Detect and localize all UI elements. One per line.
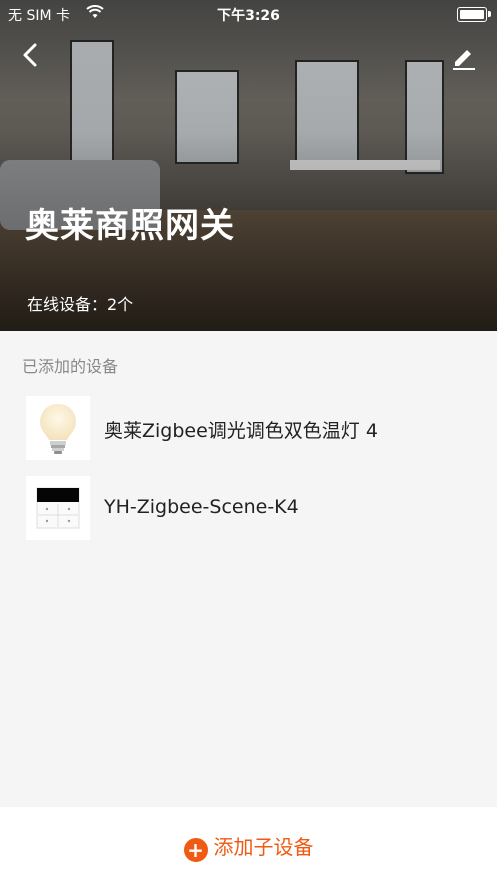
device-name: 奥莱Zigbee调光调色双色温灯 4 — [104, 420, 378, 442]
bottom-action-bar: + 添加子设备 — [0, 807, 497, 883]
edit-pencil-icon[interactable] — [451, 44, 477, 70]
gateway-header-image — [0, 0, 497, 331]
add-sub-device-button[interactable]: + 添加子设备 — [0, 831, 497, 862]
gateway-title: 奥莱商照网关 — [25, 206, 235, 246]
device-name: YH-Zigbee-Scene-K4 — [104, 496, 299, 518]
battery-icon — [457, 7, 491, 22]
bulb-icon — [26, 396, 90, 460]
add-sub-device-label: 添加子设备 — [213, 835, 314, 859]
clock: 下午3:26 — [217, 8, 280, 24]
device-row[interactable]: 奥莱Zigbee调光调色双色温灯 4 — [26, 396, 466, 460]
device-row[interactable]: YH-Zigbee-Scene-K4 — [26, 476, 466, 540]
scene-switch-icon — [26, 476, 90, 540]
added-devices-label: 已添加的设备 — [22, 357, 119, 376]
plus-circle-icon: + — [183, 838, 208, 862]
back-chevron-icon[interactable] — [18, 42, 44, 68]
online-device-count: 在线设备：2个 — [27, 295, 134, 314]
status-bar: 无 SIM 卡 下午3:26 — [0, 0, 497, 28]
